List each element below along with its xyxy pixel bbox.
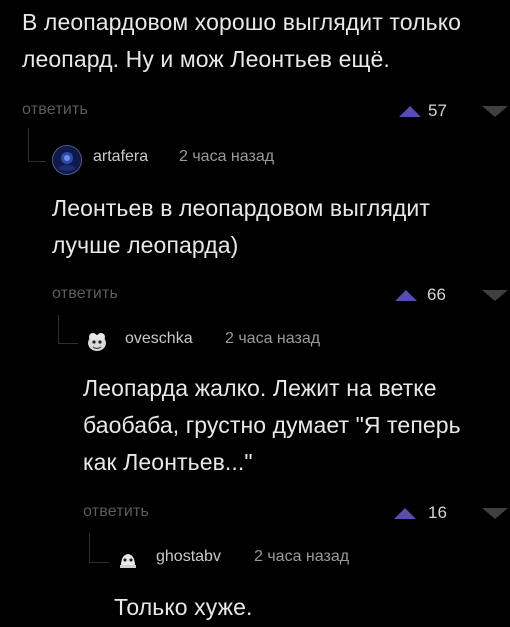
- upvote-button[interactable]: [394, 508, 416, 519]
- score-value: 16: [428, 503, 447, 522]
- reply-button[interactable]: ответить: [83, 503, 149, 521]
- comment-author[interactable]: artafera: [93, 148, 148, 166]
- comment-author[interactable]: ghostabv: [156, 548, 221, 566]
- comment-text: Леонтьев в леопардовом выглядит лучше ле…: [52, 195, 430, 258]
- downvote-button[interactable]: [482, 508, 508, 519]
- thread-line: [89, 533, 90, 563]
- score-value: 57: [428, 101, 447, 120]
- score-value: 66: [427, 285, 446, 304]
- reply-button[interactable]: ответить: [22, 101, 88, 119]
- reply-button[interactable]: ответить: [52, 285, 118, 303]
- thread-line: [58, 315, 59, 344]
- thread-line: [58, 343, 78, 344]
- thread-line: [28, 128, 29, 162]
- avatar[interactable]: [114, 546, 142, 574]
- thread-line: [28, 161, 46, 162]
- comment-timestamp: 2 часа назад: [179, 148, 275, 165]
- downvote-button[interactable]: [482, 106, 508, 117]
- comment-timestamp: 2 часа назад: [225, 330, 321, 347]
- avatar[interactable]: [83, 327, 111, 355]
- downvote-button[interactable]: [482, 290, 508, 301]
- thread-line: [89, 562, 109, 563]
- avatar-image: [83, 327, 111, 355]
- comment-text: В леопардовом хорошо выглядит только лео…: [22, 9, 462, 72]
- avatar-image: [114, 546, 142, 574]
- comment-text: Леопарда жалко. Лежит на ветке баобаба, …: [83, 375, 461, 475]
- upvote-button[interactable]: [395, 290, 417, 301]
- avatar-image: [54, 147, 80, 173]
- comment-text: Только хуже.: [114, 594, 253, 620]
- comment-timestamp: 2 часа назад: [254, 548, 350, 565]
- upvote-button[interactable]: [399, 106, 421, 117]
- avatar[interactable]: [52, 145, 82, 175]
- comment-author[interactable]: oveschka: [125, 330, 193, 348]
